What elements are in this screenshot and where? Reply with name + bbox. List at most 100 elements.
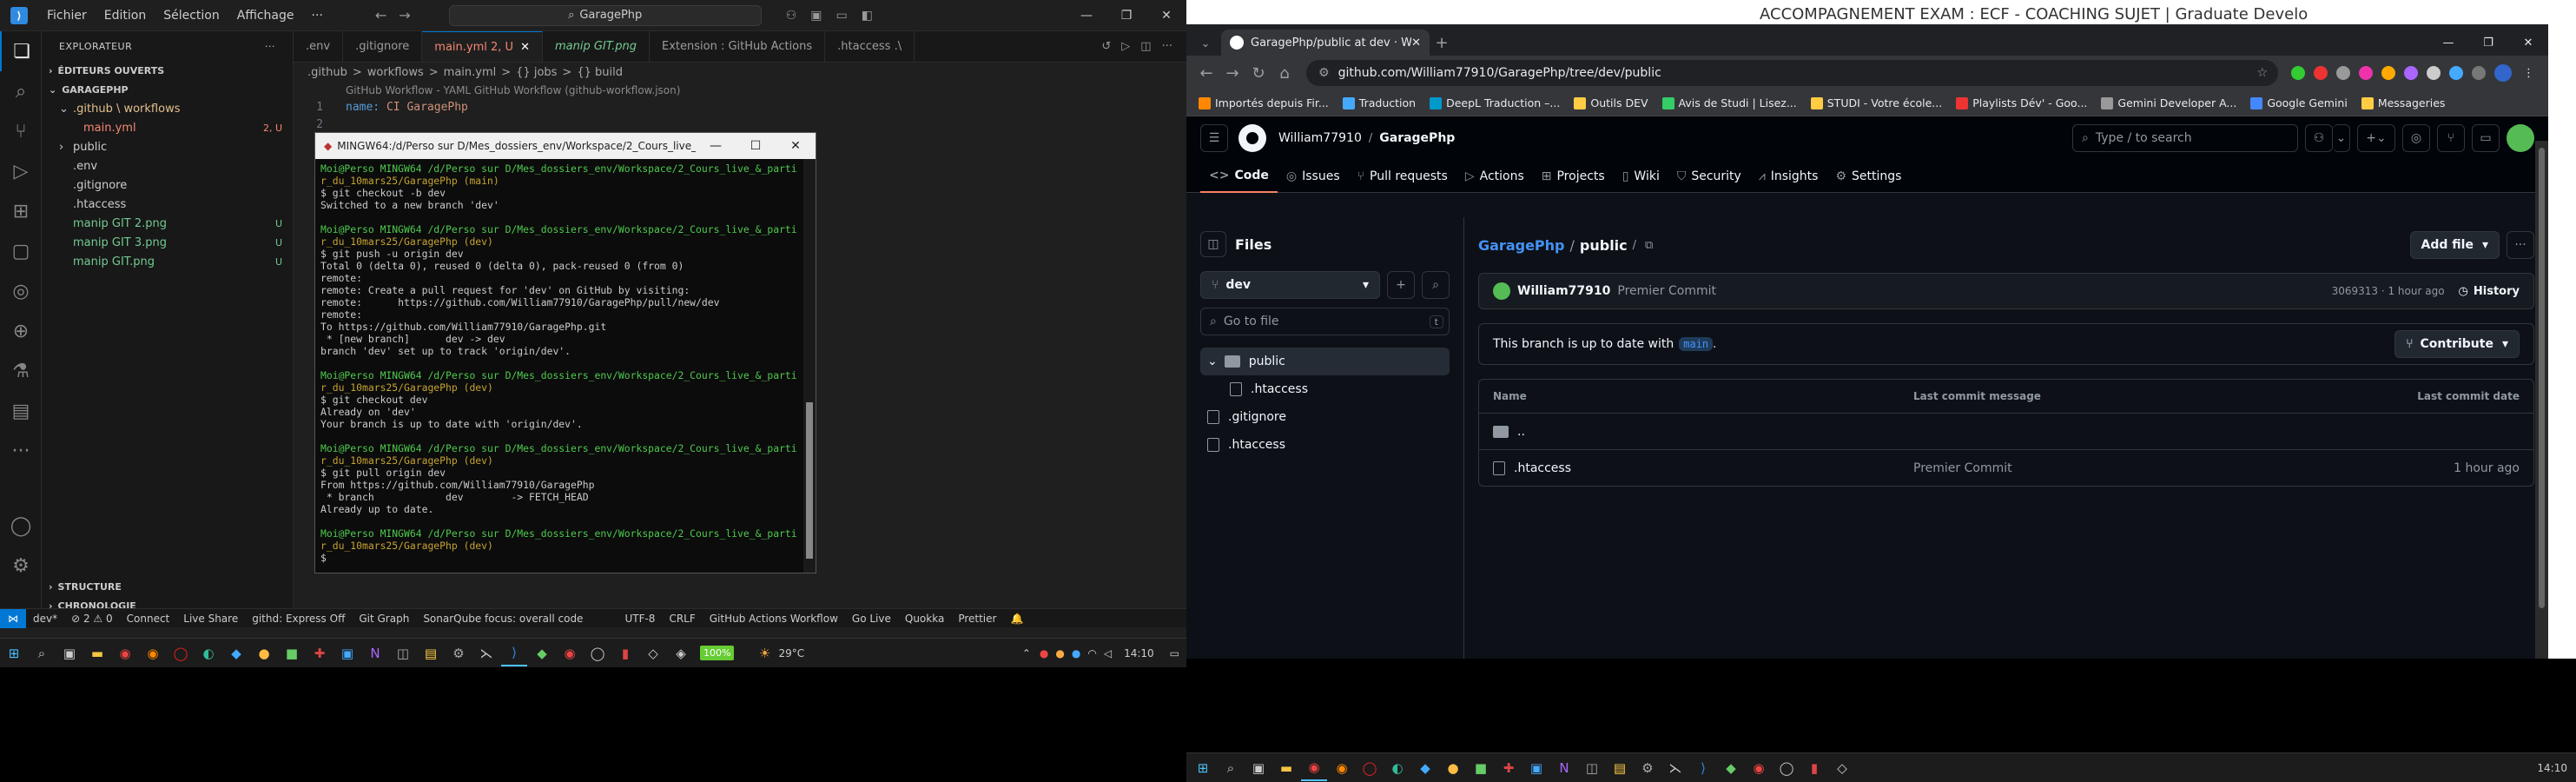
app-icon[interactable]: ◆ — [1412, 755, 1438, 781]
app-icon[interactable]: ▮ — [1801, 755, 1827, 781]
pull-requests-icon[interactable]: ⑂ — [2437, 124, 2465, 152]
status-eol[interactable]: CRLF — [669, 613, 695, 625]
status-connect[interactable]: Connect — [127, 613, 170, 625]
firefox-icon[interactable]: ◉ — [140, 640, 166, 666]
status-live-share[interactable]: Live Share — [183, 613, 238, 625]
create-new-icon[interactable]: +⌄ — [2357, 124, 2395, 152]
copy-path-icon[interactable]: ⧉ — [1645, 239, 1653, 252]
app-icon[interactable]: ◫ — [1579, 755, 1605, 781]
commit-author[interactable]: William77910 — [1517, 284, 1610, 298]
extensions-puzzle-icon[interactable] — [2449, 66, 2463, 80]
app-icon[interactable]: ▤ — [1607, 755, 1633, 781]
tab-github-actions-extension[interactable]: Extension : GitHub Actions — [650, 31, 826, 62]
more-actions-icon[interactable]: ··· — [1162, 40, 1172, 53]
close-icon[interactable]: ✕ — [2508, 36, 2548, 50]
status-sonarqube[interactable]: SonarQube focus: overall code — [423, 613, 583, 625]
project-section[interactable]: ⌄ GARAGEPHP — [42, 80, 293, 99]
repo-owner-link[interactable]: William77910 — [1278, 131, 1362, 145]
tab-pull-requests[interactable]: ⑂ Pull requests — [1349, 160, 1456, 193]
app-icon[interactable]: ◆ — [529, 640, 555, 666]
search-icon[interactable]: ⌕ — [1218, 755, 1244, 781]
breadcrumb-item[interactable]: {} jobs — [516, 66, 557, 79]
tab-manip-git[interactable]: manip GIT.png — [543, 31, 651, 62]
github-logo-icon[interactable] — [1238, 124, 1266, 152]
issues-icon[interactable]: ◎ — [2402, 124, 2430, 152]
close-icon[interactable]: ✕ — [1146, 9, 1186, 23]
search-icon[interactable]: ⌕ — [29, 640, 55, 666]
tree-item[interactable]: › public — [42, 137, 293, 156]
maximize-icon[interactable]: ☐ — [736, 139, 776, 153]
tab-security[interactable]: ⛉ Security — [1668, 160, 1750, 193]
opera-icon[interactable]: ◯ — [1357, 755, 1383, 781]
new-tab-icon[interactable]: + — [1430, 30, 1454, 56]
home-icon[interactable]: ⌂ — [1271, 64, 1298, 83]
testing-icon[interactable]: ⚗ — [0, 351, 42, 391]
tray-icon[interactable]: ● — [1055, 647, 1064, 659]
git-bash-icon[interactable]: ◇ — [640, 640, 666, 666]
commit-meta[interactable]: 3069313 · 1 hour ago — [2332, 285, 2445, 297]
file-explorer-icon[interactable]: ▬ — [84, 640, 110, 666]
run-debug-icon[interactable]: ▷ — [0, 151, 42, 191]
menu-edit[interactable]: Edition — [104, 9, 146, 23]
table-row[interactable]: .. — [1479, 413, 2533, 449]
app-icon[interactable]: ▮ — [612, 640, 638, 666]
git-bash-terminal[interactable]: ◆ MINGW64:/d/Perso sur D/Mes_dossiers_en… — [314, 132, 816, 573]
status-quokka[interactable]: Quokka — [905, 613, 944, 625]
layout-secondary-icon[interactable]: ◧ — [862, 9, 873, 23]
code-line-1[interactable]: 1 name: CI GaragePhp — [294, 99, 1186, 116]
commit-message-cell[interactable]: Premier Commit — [1913, 461, 2012, 475]
reload-icon[interactable]: ↻ — [1245, 64, 1271, 83]
command-center-search[interactable]: ⌕ GaragePhp — [448, 4, 762, 26]
user-avatar[interactable] — [2507, 124, 2534, 152]
split-editor-icon[interactable]: ◫ — [1140, 40, 1151, 53]
branch-selector[interactable]: ⑂ dev ▾ — [1200, 271, 1380, 299]
inbox-icon[interactable]: ▭ — [2472, 124, 2500, 152]
tab-main-yml[interactable]: main.yml 2, U ✕ — [422, 31, 543, 62]
hamburger-menu-icon[interactable]: ☰ — [1200, 124, 1228, 152]
status-encoding[interactable]: UTF-8 — [624, 613, 655, 625]
app-icon[interactable]: ◆ — [1718, 755, 1744, 781]
settings-gear-icon[interactable]: ⚙ — [1635, 755, 1661, 781]
add-file-button[interactable]: Add file ▾ — [2409, 231, 2500, 259]
close-icon[interactable]: ✕ — [520, 41, 530, 54]
windows-start-icon[interactable]: ⊞ — [1, 640, 27, 666]
layout-sidebar-icon[interactable]: ▣ — [810, 9, 822, 23]
tray-icon[interactable]: ● — [1072, 647, 1080, 659]
source-control-icon[interactable]: ⑂ — [0, 111, 42, 151]
maximize-icon[interactable]: ❐ — [1106, 9, 1146, 23]
terminal-icon[interactable]: ⋋ — [473, 640, 499, 666]
more-actions-icon[interactable]: ··· — [265, 41, 275, 52]
terminal-output[interactable]: Moi@Perso MINGW64 /d/Perso sur D/Mes_dos… — [315, 159, 816, 573]
app-icon[interactable]: ▣ — [1523, 755, 1549, 781]
tab-github[interactable]: GaragePhp/public at dev · Willi ✕ — [1221, 30, 1430, 56]
tree-item[interactable]: manip GIT.png U — [42, 252, 293, 271]
extension-icon[interactable] — [2359, 66, 2373, 80]
status-language[interactable]: GitHub Actions Workflow — [710, 613, 838, 625]
copilot-icon[interactable]: ⚇ — [2305, 124, 2333, 152]
path-repo-link[interactable]: GaragePhp — [1478, 237, 1565, 254]
bookmark-star-icon[interactable]: ☆ — [2256, 66, 2268, 80]
more-options-icon[interactable]: ··· — [2507, 231, 2534, 259]
code-line-2[interactable]: 2 — [294, 116, 1186, 134]
tab-env[interactable]: .env — [294, 31, 344, 62]
tree-item[interactable]: .htaccess — [42, 195, 293, 214]
windows-start-icon[interactable]: ⊞ — [1190, 755, 1216, 781]
edge-icon[interactable]: ◐ — [1384, 755, 1410, 781]
more-icon[interactable]: ··· — [0, 431, 42, 471]
go-to-file-input[interactable]: ⌕ Go to file t — [1200, 308, 1450, 335]
settings-gear-icon[interactable]: ⚙ — [0, 546, 42, 586]
profile-avatar[interactable] — [2494, 64, 2512, 82]
edge-icon[interactable]: ◐ — [195, 640, 221, 666]
task-view-icon[interactable]: ▣ — [1245, 755, 1271, 781]
bookmark-item[interactable]: Traduction — [1342, 96, 1416, 109]
app-icon[interactable]: ▣ — [334, 640, 360, 666]
minimize-icon[interactable]: — — [1067, 9, 1106, 23]
tree-item[interactable]: ⌄ .github \ workflows — [42, 99, 293, 118]
status-problems[interactable]: ⊘ 2 ⚠ 0 — [71, 613, 113, 625]
tab-actions[interactable]: ▷ Actions — [1456, 160, 1533, 193]
scrollbar-thumb[interactable] — [806, 402, 813, 559]
tab-code[interactable]: <> Code — [1200, 160, 1278, 193]
chevron-up-icon[interactable]: ⌃ — [1022, 647, 1031, 659]
app-icon[interactable]: ◉ — [1746, 755, 1772, 781]
onenote-icon[interactable]: N — [1551, 755, 1577, 781]
